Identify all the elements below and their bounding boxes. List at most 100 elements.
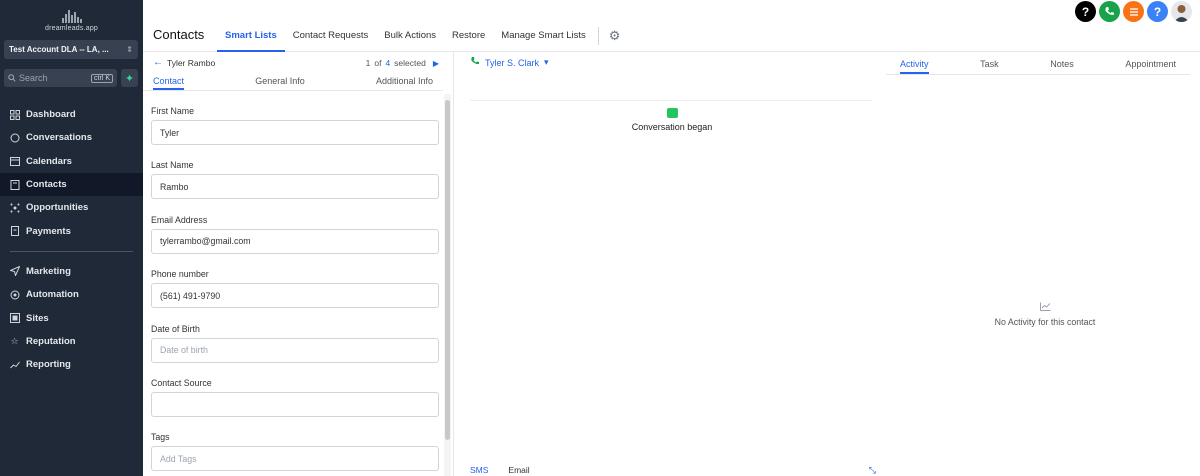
sidebar-item-payments[interactable]: Payments [0, 219, 143, 242]
send-icon [9, 266, 20, 277]
field-date-of-birth: Date of Birth Date of birth [151, 324, 439, 363]
field-label: Last Name [151, 160, 194, 171]
gear-icon[interactable]: ⚙ [605, 22, 625, 52]
tags-input[interactable]: Add Tags [151, 446, 439, 472]
field-label: Contact Source [151, 377, 212, 388]
sidebar-item-label: Conversations [26, 132, 92, 144]
account-switcher[interactable]: Test Account DLA -- LA, ... ⇕ [4, 40, 138, 59]
sidebar-item-label: Marketing [26, 265, 71, 277]
sidebar-item-marketing[interactable]: Marketing [0, 260, 143, 283]
automation-icon [9, 289, 20, 300]
tab-contact-requests[interactable]: Contact Requests [285, 22, 377, 52]
quick-action-button[interactable]: ✦ [121, 69, 138, 87]
contact-source-input[interactable] [151, 391, 439, 417]
chart-icon [886, 302, 1200, 314]
activity-panel: Activity Task Notes Appointment No Activ… [886, 52, 1200, 476]
tab-appointment[interactable]: Appointment [1125, 57, 1176, 74]
header-actions: ? ? [1075, 1, 1192, 22]
tab-sms[interactable]: SMS [470, 465, 488, 476]
contact-name: Tyler Rambo [167, 57, 216, 68]
sidebar-item-opportunities[interactable]: Opportunities [0, 196, 143, 219]
avatar[interactable] [1171, 1, 1192, 22]
grid-icon [9, 109, 20, 120]
pager-of: of [374, 58, 382, 68]
sidebar-item-label: Contacts [26, 179, 67, 191]
list-icon[interactable] [1123, 1, 1144, 22]
sidebar-item-contacts[interactable]: Contacts [0, 172, 143, 197]
sidebar-item-automation[interactable]: Automation [0, 283, 143, 306]
conversation-divider [470, 100, 872, 101]
last-name-input[interactable]: Rambo [151, 174, 439, 200]
search-placeholder: Search [19, 73, 48, 83]
top-bar: Contacts Smart Lists Contact Requests Bu… [143, 0, 1200, 52]
tab-smart-lists[interactable]: Smart Lists [217, 22, 285, 52]
sidebar-item-sites[interactable]: Sites [0, 306, 143, 329]
star-icon: ☆ [10, 335, 19, 346]
field-label: Email Address [151, 214, 208, 225]
sidebar-item-label: Reporting [26, 359, 71, 371]
field-tags: Tags Add Tags [151, 432, 439, 472]
sidebar-item-dashboard[interactable]: Dashboard [0, 103, 143, 126]
pager-current: 1 [365, 58, 371, 68]
first-name-input[interactable]: Tyler [151, 120, 439, 145]
tab-restore[interactable]: Restore [444, 22, 493, 52]
expand-icon[interactable]: ⤡ [869, 465, 876, 476]
field-label: Tags [151, 432, 170, 443]
field-last-name: Last Name Rambo [151, 160, 439, 200]
chat-icon [9, 132, 20, 143]
scrollbar[interactable] [444, 94, 451, 476]
sidebar-item-calendars[interactable]: Calendars [0, 150, 143, 173]
sidebar-item-conversations[interactable]: Conversations [0, 126, 143, 149]
field-label: Date of Birth [151, 323, 200, 334]
contact-subtabs: Contact General Info Additional Info [143, 75, 443, 91]
date-of-birth-input[interactable]: Date of birth [151, 337, 439, 363]
field-email: Email Address tylerrambo@gmail.com [151, 215, 439, 254]
calendar-icon [9, 156, 20, 167]
sidebar-item-label: Payments [26, 225, 71, 237]
back-link[interactable]: ← Tyler Rambo [153, 57, 215, 68]
tab-general-info[interactable]: General Info [255, 75, 305, 90]
phone-icon[interactable] [1099, 1, 1120, 22]
sidebar-nav: Dashboard Conversations Calendars Contac… [0, 103, 143, 376]
field-first-name: First Name Tyler [151, 106, 439, 145]
tab-activity[interactable]: Activity [900, 57, 929, 74]
tab-email[interactable]: Email [508, 465, 529, 476]
sites-icon [9, 313, 20, 324]
tab-manage-smart-lists[interactable]: Manage Smart Lists [493, 22, 593, 52]
sidebar-item-label: Dashboard [26, 109, 76, 121]
conversation-assignee[interactable]: Tyler S. Clark ▾ [470, 56, 549, 69]
next-contact-icon[interactable]: ▶ [433, 59, 439, 68]
field-contact-source: Contact Source [151, 378, 439, 417]
trend-icon [9, 359, 20, 370]
question-icon[interactable]: ? [1147, 1, 1168, 22]
tab-divider [597, 27, 599, 45]
contact-form: First Name Tyler Last Name Rambo Email A… [151, 106, 439, 476]
sidebar-item-label: Automation [26, 289, 79, 301]
logo[interactable]: dreamleads.app [0, 0, 143, 34]
sidebar-item-reporting[interactable]: Reporting [0, 353, 143, 376]
tab-notes[interactable]: Notes [1050, 57, 1074, 74]
logo-mark-icon [61, 9, 82, 23]
tab-task[interactable]: Task [980, 57, 999, 74]
conversation-event: Conversation began [454, 108, 890, 132]
sidebar-item-reputation[interactable]: ☆ Reputation [0, 330, 143, 353]
pager-suffix: selected [394, 58, 426, 68]
arrow-left-icon: ← [153, 57, 163, 68]
sidebar-item-label: Calendars [26, 155, 72, 167]
conversation-panel: Tyler S. Clark ▾ Conversation began SMS … [454, 52, 886, 476]
email-input[interactable]: tylerrambo@gmail.com [151, 228, 439, 254]
page-title: Contacts [153, 27, 205, 42]
sidebar-item-label: Sites [26, 312, 49, 324]
assignee-name: Tyler S. Clark [485, 57, 540, 68]
sidebar: dreamleads.app Test Account DLA -- LA, .… [0, 0, 143, 476]
phone-input[interactable]: (561) 491-9790 [151, 283, 439, 309]
tab-bulk-actions[interactable]: Bulk Actions [376, 22, 444, 52]
scrollbar-thumb[interactable] [445, 100, 450, 440]
tab-contact[interactable]: Contact [153, 75, 185, 90]
sidebar-divider [10, 250, 133, 252]
tab-additional-info[interactable]: Additional Info [376, 75, 433, 90]
help-icon[interactable]: ? [1075, 1, 1096, 22]
search-input[interactable]: Search ctrl K [4, 69, 117, 87]
sidebar-item-label: Opportunities [26, 202, 89, 214]
conversation-event-text: Conversation began [631, 122, 713, 132]
